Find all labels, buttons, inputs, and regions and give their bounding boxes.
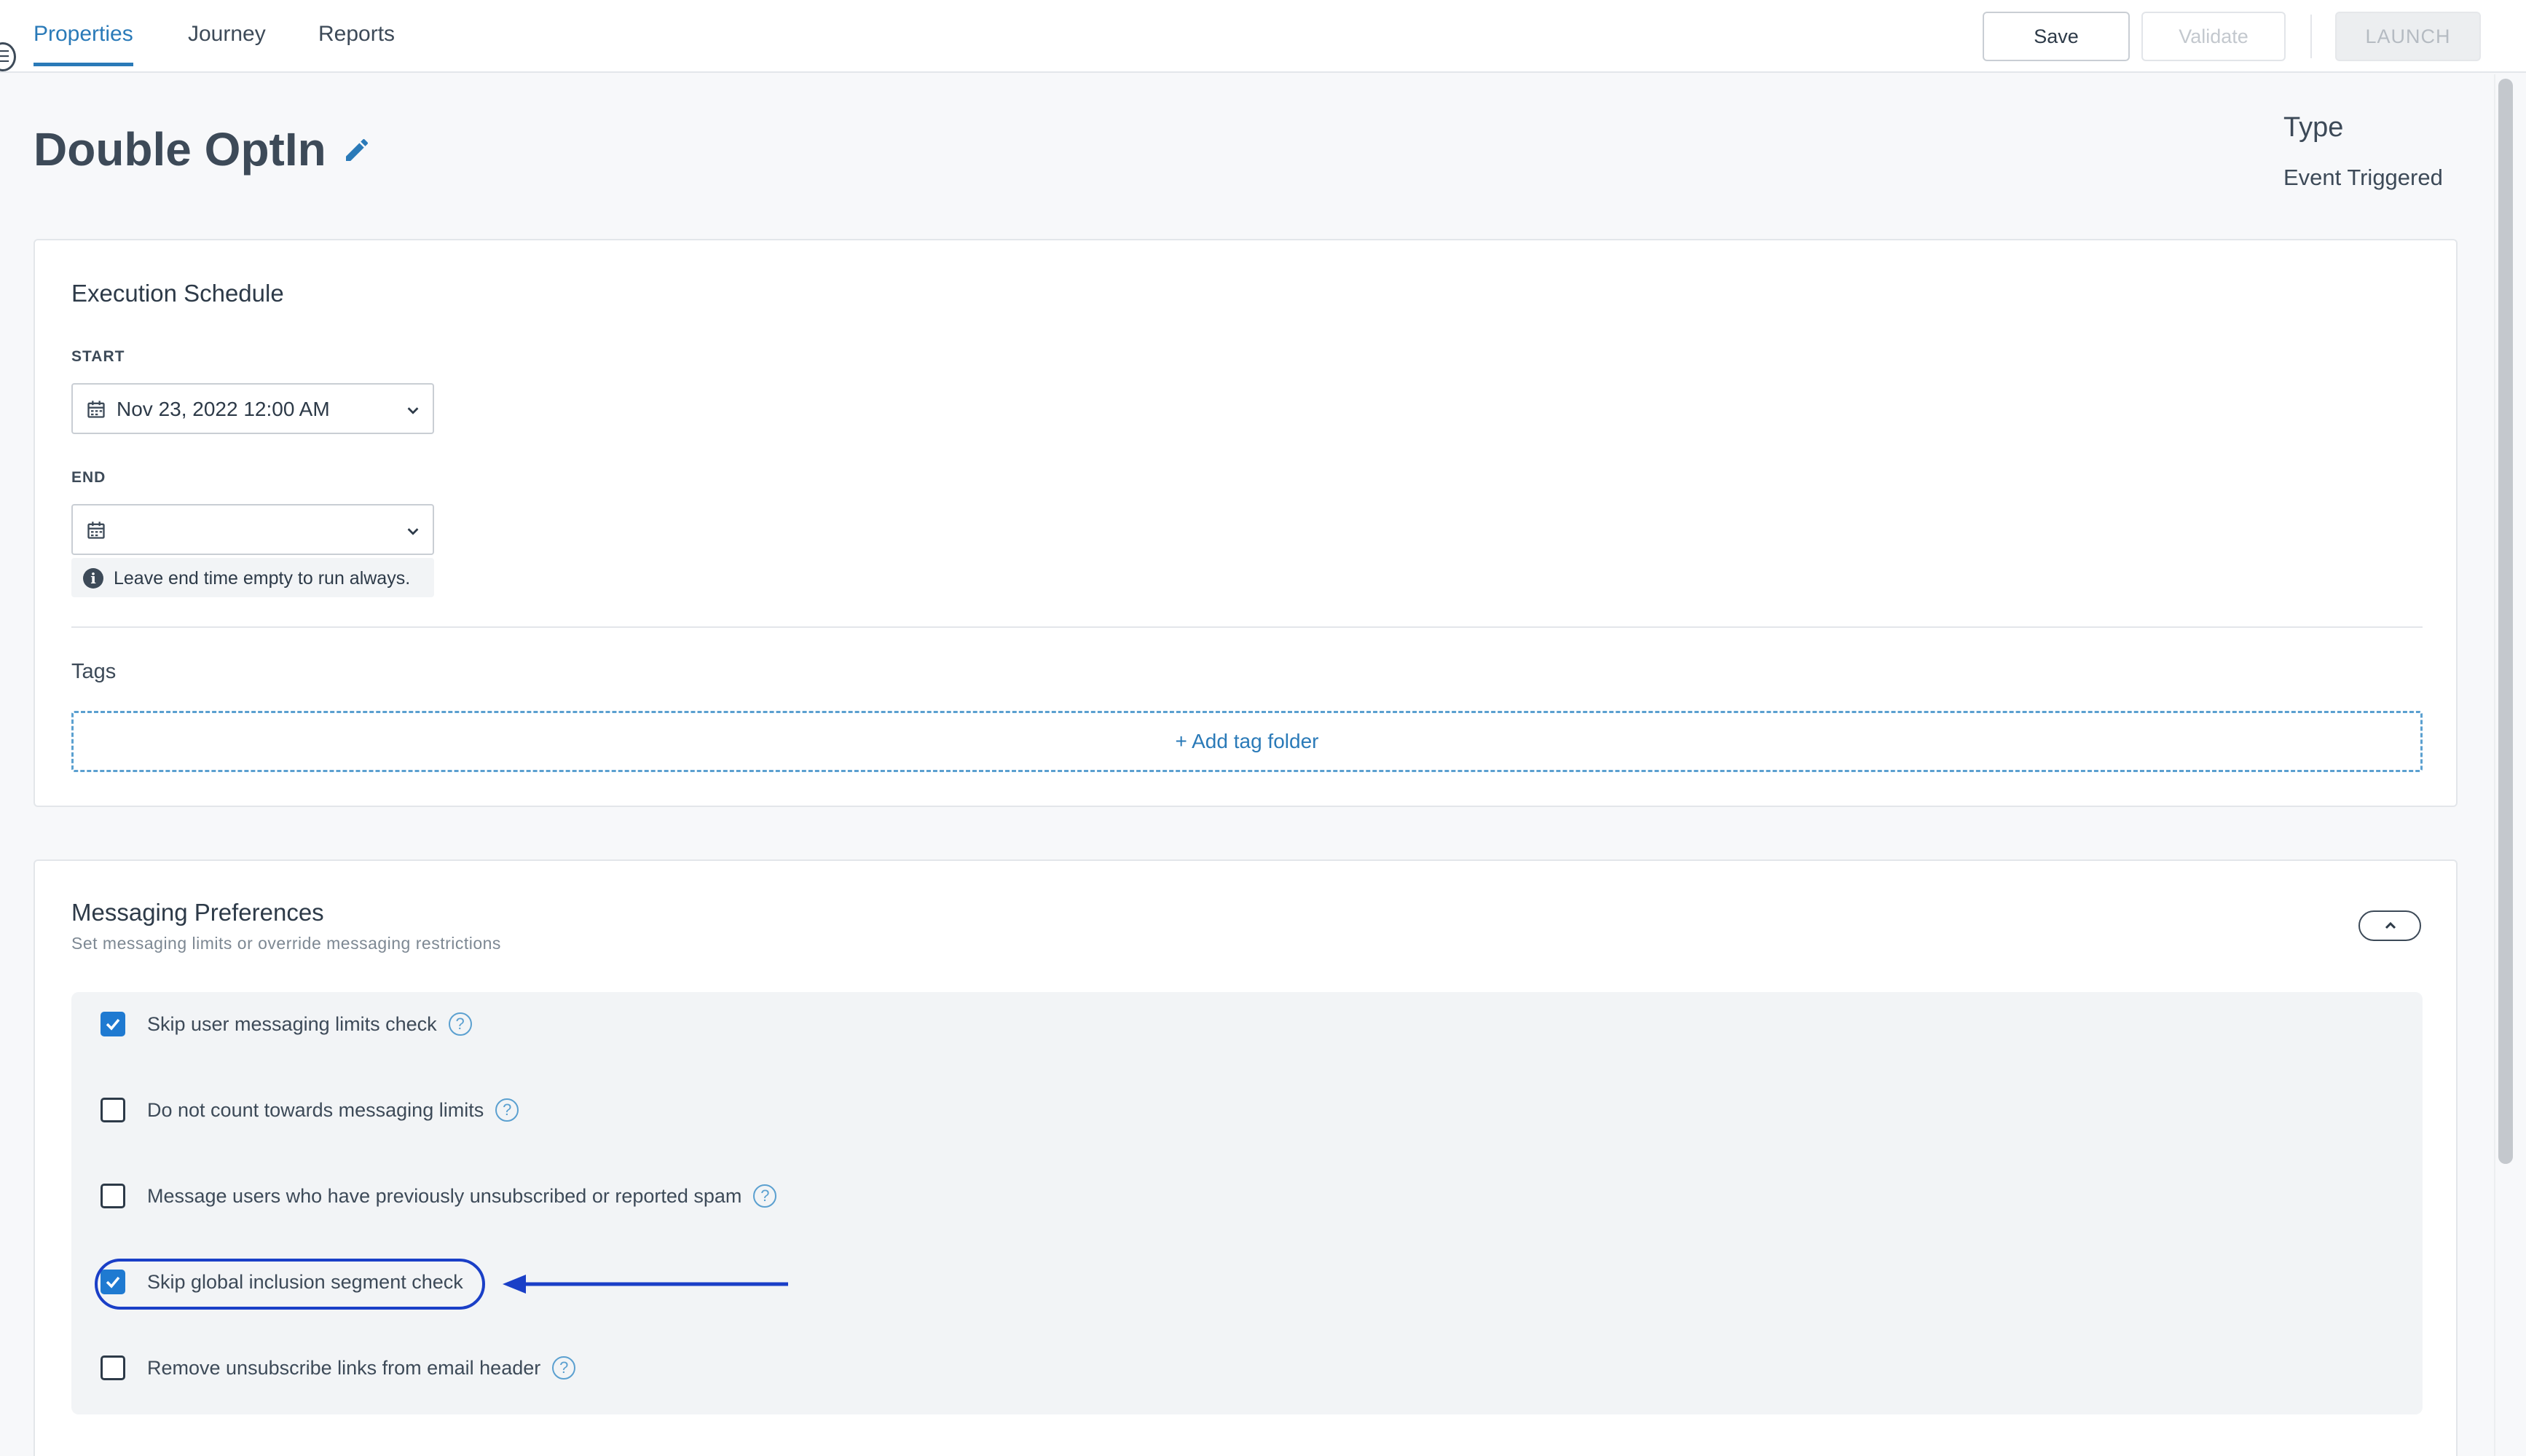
validate-button[interactable]: Validate bbox=[2141, 12, 2286, 61]
launch-button[interactable]: LAUNCH bbox=[2335, 12, 2481, 61]
start-date-value: Nov 23, 2022 12:00 AM bbox=[117, 398, 330, 420]
messaging-preferences-subtitle: Set messaging limits or override messagi… bbox=[71, 934, 501, 953]
help-icon[interactable]: ? bbox=[552, 1356, 576, 1380]
option-message-unsubscribed: Message users who have previously unsubs… bbox=[101, 1181, 777, 1211]
end-label: END bbox=[71, 469, 106, 486]
help-icon[interactable]: ? bbox=[448, 1012, 472, 1036]
option-label: Do not count towards messaging limits bbox=[147, 1098, 484, 1121]
page-title: Double OptIn bbox=[34, 123, 326, 176]
option-skip-user-limits: Skip user messaging limits check ? bbox=[101, 1010, 472, 1039]
save-button[interactable]: Save bbox=[1983, 12, 2130, 61]
messaging-preferences-title: Messaging Preferences bbox=[71, 899, 324, 926]
scrollbar-thumb[interactable] bbox=[2498, 79, 2513, 1164]
option-label: Remove unsubscribe links from email head… bbox=[147, 1356, 541, 1379]
toolbar-divider bbox=[2310, 15, 2312, 58]
message-unsubscribed-checkbox[interactable] bbox=[101, 1184, 125, 1208]
option-label: Skip user messaging limits check bbox=[147, 1012, 437, 1035]
messaging-options-list: Skip user messaging limits check ? Do no… bbox=[71, 992, 2423, 1414]
skip-user-limits-checkbox[interactable] bbox=[101, 1012, 125, 1036]
calendar-icon bbox=[87, 401, 105, 418]
annotation-arrow-icon bbox=[503, 1275, 788, 1294]
tab-journey[interactable]: Journey bbox=[188, 22, 266, 63]
help-icon[interactable]: ? bbox=[753, 1184, 777, 1208]
messaging-preferences-card: Messaging Preferences Set messaging limi… bbox=[34, 859, 2458, 1456]
add-tag-folder-button[interactable]: + Add tag folder bbox=[71, 711, 2423, 772]
tags-label: Tags bbox=[71, 660, 117, 683]
help-icon[interactable]: ? bbox=[495, 1098, 519, 1122]
option-remove-unsubscribe-links: Remove unsubscribe links from email head… bbox=[101, 1353, 576, 1382]
info-icon: i bbox=[83, 568, 103, 589]
chevron-down-icon bbox=[407, 528, 419, 535]
collapse-button[interactable] bbox=[2358, 910, 2421, 941]
calendar-icon bbox=[87, 522, 105, 539]
chevron-down-icon bbox=[407, 407, 419, 414]
type-label: Type bbox=[2283, 112, 2344, 143]
checkmark-icon bbox=[106, 1018, 120, 1031]
end-date-picker[interactable] bbox=[71, 504, 434, 555]
start-date-picker[interactable]: Nov 23, 2022 12:00 AM bbox=[71, 383, 434, 434]
do-not-count-checkbox[interactable] bbox=[101, 1098, 125, 1122]
end-time-hint: i Leave end time empty to run always. bbox=[71, 558, 434, 597]
option-do-not-count: Do not count towards messaging limits ? bbox=[101, 1095, 519, 1125]
remove-unsubscribe-links-checkbox[interactable] bbox=[101, 1355, 125, 1380]
tab-reports[interactable]: Reports bbox=[318, 22, 395, 63]
tab-properties[interactable]: Properties bbox=[34, 22, 133, 66]
top-bar: Properties Journey Reports Save Validate… bbox=[0, 0, 2526, 73]
option-label: Message users who have previously unsubs… bbox=[147, 1184, 742, 1207]
end-time-hint-text: Leave end time empty to run always. bbox=[114, 568, 411, 589]
execution-schedule-title: Execution Schedule bbox=[71, 280, 284, 307]
chevron-up-icon bbox=[2385, 921, 2396, 929]
section-divider bbox=[71, 626, 2423, 628]
start-label: START bbox=[71, 348, 125, 365]
annotation-highlight-oval bbox=[95, 1259, 485, 1310]
pencil-icon[interactable] bbox=[342, 135, 371, 165]
type-value: Event Triggered bbox=[2283, 165, 2443, 190]
execution-schedule-card: Execution Schedule START Nov 23, 2022 12… bbox=[34, 239, 2458, 807]
